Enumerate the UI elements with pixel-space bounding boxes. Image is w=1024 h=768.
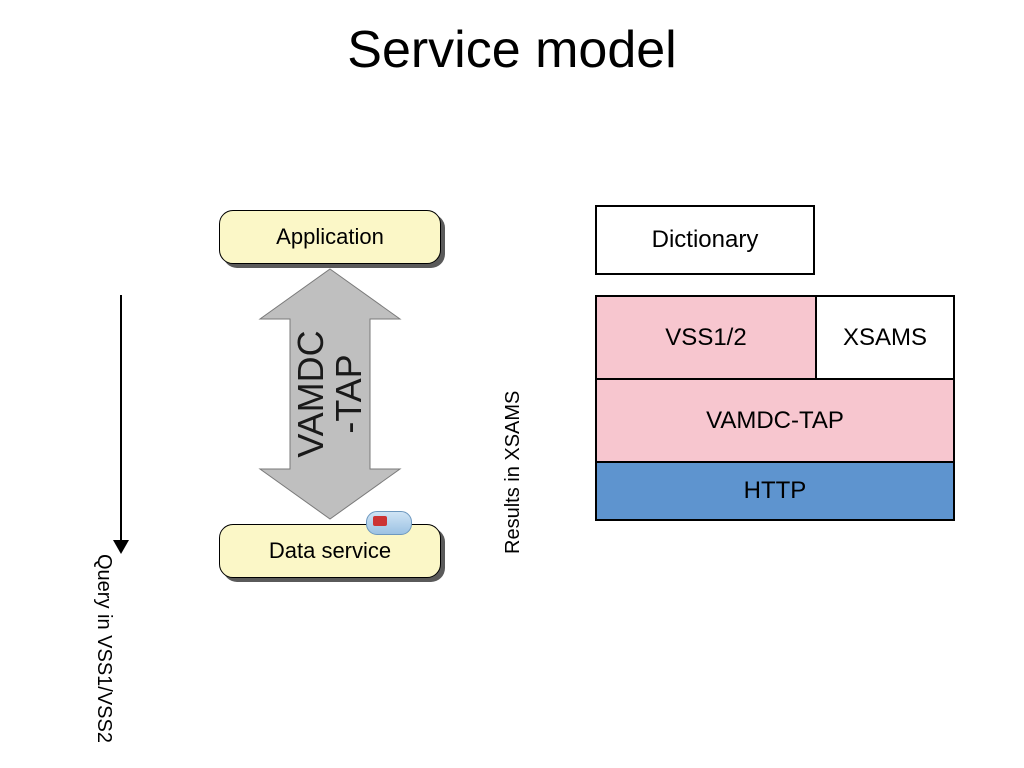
results-label: Results in XSAMS <box>502 391 525 554</box>
left-diagram: Application VAMDC -TAP Query in VSS1/VSS… <box>175 210 485 578</box>
query-label: Query in VSS1/VSS2 <box>92 554 115 743</box>
vamdc-tap-cell: VAMDC-TAP <box>595 378 955 463</box>
row-vss-xsams: VSS1/2 XSAMS <box>595 295 955 380</box>
xsams-cell: XSAMS <box>815 295 955 380</box>
vss-label: VSS1/2 <box>665 324 746 352</box>
vss-cell: VSS1/2 <box>595 295 815 380</box>
flow-area: VAMDC -TAP Query in VSS1/VSS2 Results in… <box>175 264 485 524</box>
http-label: HTTP <box>744 477 807 505</box>
vamdc-tap-label: VAMDC -TAP <box>292 330 368 457</box>
dictionary-cell: Dictionary <box>595 205 815 275</box>
application-label: Application <box>276 224 384 249</box>
data-service-label: Data service <box>269 538 391 563</box>
data-service-box: Data service <box>219 524 441 578</box>
vamdc-tap-cell-label: VAMDC-TAP <box>706 407 844 435</box>
vamdc-logo-icon <box>366 511 412 535</box>
query-arrow-line <box>120 295 122 545</box>
right-stack: Dictionary VSS1/2 XSAMS VAMDC-TAP HTTP <box>595 205 955 521</box>
slide: Service model Application VAMDC -TAP Que… <box>0 0 1024 768</box>
dictionary-label: Dictionary <box>652 226 759 254</box>
application-box: Application <box>219 210 441 264</box>
xsams-label: XSAMS <box>843 324 927 352</box>
query-arrow-head <box>113 540 129 554</box>
http-cell: HTTP <box>595 461 955 521</box>
page-title: Service model <box>0 20 1024 80</box>
